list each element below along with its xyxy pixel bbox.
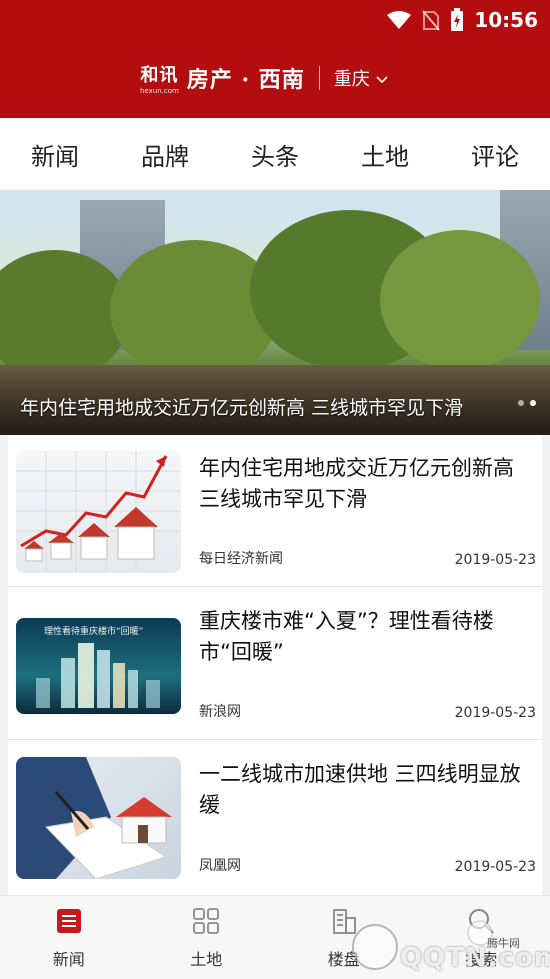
logo-text: 和讯 — [140, 65, 179, 86]
news-thumbnail: 理性看待重庆楼市“回暖” — [16, 618, 181, 714]
brand-bar: 和讯 hexun.com 房产 · 西南 重庆 — [140, 58, 388, 98]
banner-caption: 年内住宅用地成交近万亿元创新高 三线城市罕见下滑 — [20, 397, 464, 419]
hexun-logo: 和讯 hexun.com — [140, 61, 179, 95]
news-date: 2019-05-23 — [454, 552, 536, 568]
status-bar: 10:56 — [386, 6, 538, 34]
battery-charging-icon — [450, 8, 464, 32]
city-selector[interactable]: 重庆 — [334, 65, 388, 91]
nav-label: 新闻 — [52, 950, 85, 969]
thumbnail-caption: 理性看待重庆楼市“回暖” — [44, 627, 144, 637]
news-date: 2019-05-23 — [454, 859, 536, 875]
news-item[interactable]: 理性看待重庆楼市“回暖” 重庆楼市难“入夏”？理性看待楼市“回暖” 新浪网 20… — [8, 588, 542, 740]
watermark-text: QQTN.com — [400, 943, 550, 973]
city-label: 重庆 — [333, 69, 370, 90]
category-tabs: 新闻 品牌 头条 土地 评论 — [0, 118, 550, 190]
carousel-dots — [518, 400, 536, 406]
news-thumbnail — [16, 757, 181, 879]
wifi-icon — [386, 10, 412, 30]
news-title: 一二线城市加速供地 三四线明显放缓 — [199, 762, 521, 817]
qqtn-watermark: 腾牛网 QQTN.com — [345, 915, 550, 975]
nav-land[interactable]: 土地 — [151, 896, 261, 979]
nav-news[interactable]: 新闻 — [14, 896, 124, 979]
tab-comments[interactable]: 评论 — [471, 137, 519, 172]
news-source: 新浪网 — [199, 704, 241, 720]
chevron-down-icon — [376, 68, 388, 89]
news-thumbnail — [16, 451, 181, 573]
app-header: 10:56 和讯 hexun.com 房产 · 西南 重庆 — [0, 0, 550, 118]
news-source: 每日经济新闻 — [199, 551, 283, 567]
nav-label: 土地 — [190, 950, 223, 969]
no-sim-icon — [422, 9, 441, 31]
carousel-dot[interactable] — [518, 400, 524, 406]
banner-carousel[interactable]: 年内住宅用地成交近万亿元创新高 三线城市罕见下滑 — [0, 190, 550, 435]
logo-subtext: hexun.com — [140, 87, 179, 95]
news-item[interactable]: 一二线城市加速供地 三四线明显放缓 凤凰网 2019-05-23 — [8, 741, 542, 893]
news-source: 凤凰网 — [199, 858, 241, 874]
grid-icon — [191, 906, 221, 940]
news-date: 2019-05-23 — [454, 705, 536, 721]
news-list: 年内住宅用地成交近万亿元创新高 三线城市罕见下滑 每日经济新闻 2019-05-… — [8, 435, 542, 895]
tab-land[interactable]: 土地 — [361, 137, 409, 172]
news-icon — [54, 906, 84, 940]
tab-brand[interactable]: 品牌 — [141, 137, 189, 172]
news-item[interactable]: 年内住宅用地成交近万亿元创新高 三线城市罕见下滑 每日经济新闻 2019-05-… — [8, 435, 542, 587]
brand-divider — [318, 66, 320, 90]
tab-news[interactable]: 新闻 — [31, 137, 79, 172]
banner-tree — [380, 230, 540, 370]
carousel-dot-active[interactable] — [530, 400, 536, 406]
news-title: 年内住宅用地成交近万亿元创新高 三线城市罕见下滑 — [199, 456, 514, 511]
clock-time: 10:56 — [474, 8, 538, 32]
news-title: 重庆楼市难“入夏”？理性看待楼市“回暖” — [199, 609, 494, 664]
tab-headlines[interactable]: 头条 — [251, 137, 299, 172]
brand-title: 房产 · 西南 — [186, 67, 305, 93]
